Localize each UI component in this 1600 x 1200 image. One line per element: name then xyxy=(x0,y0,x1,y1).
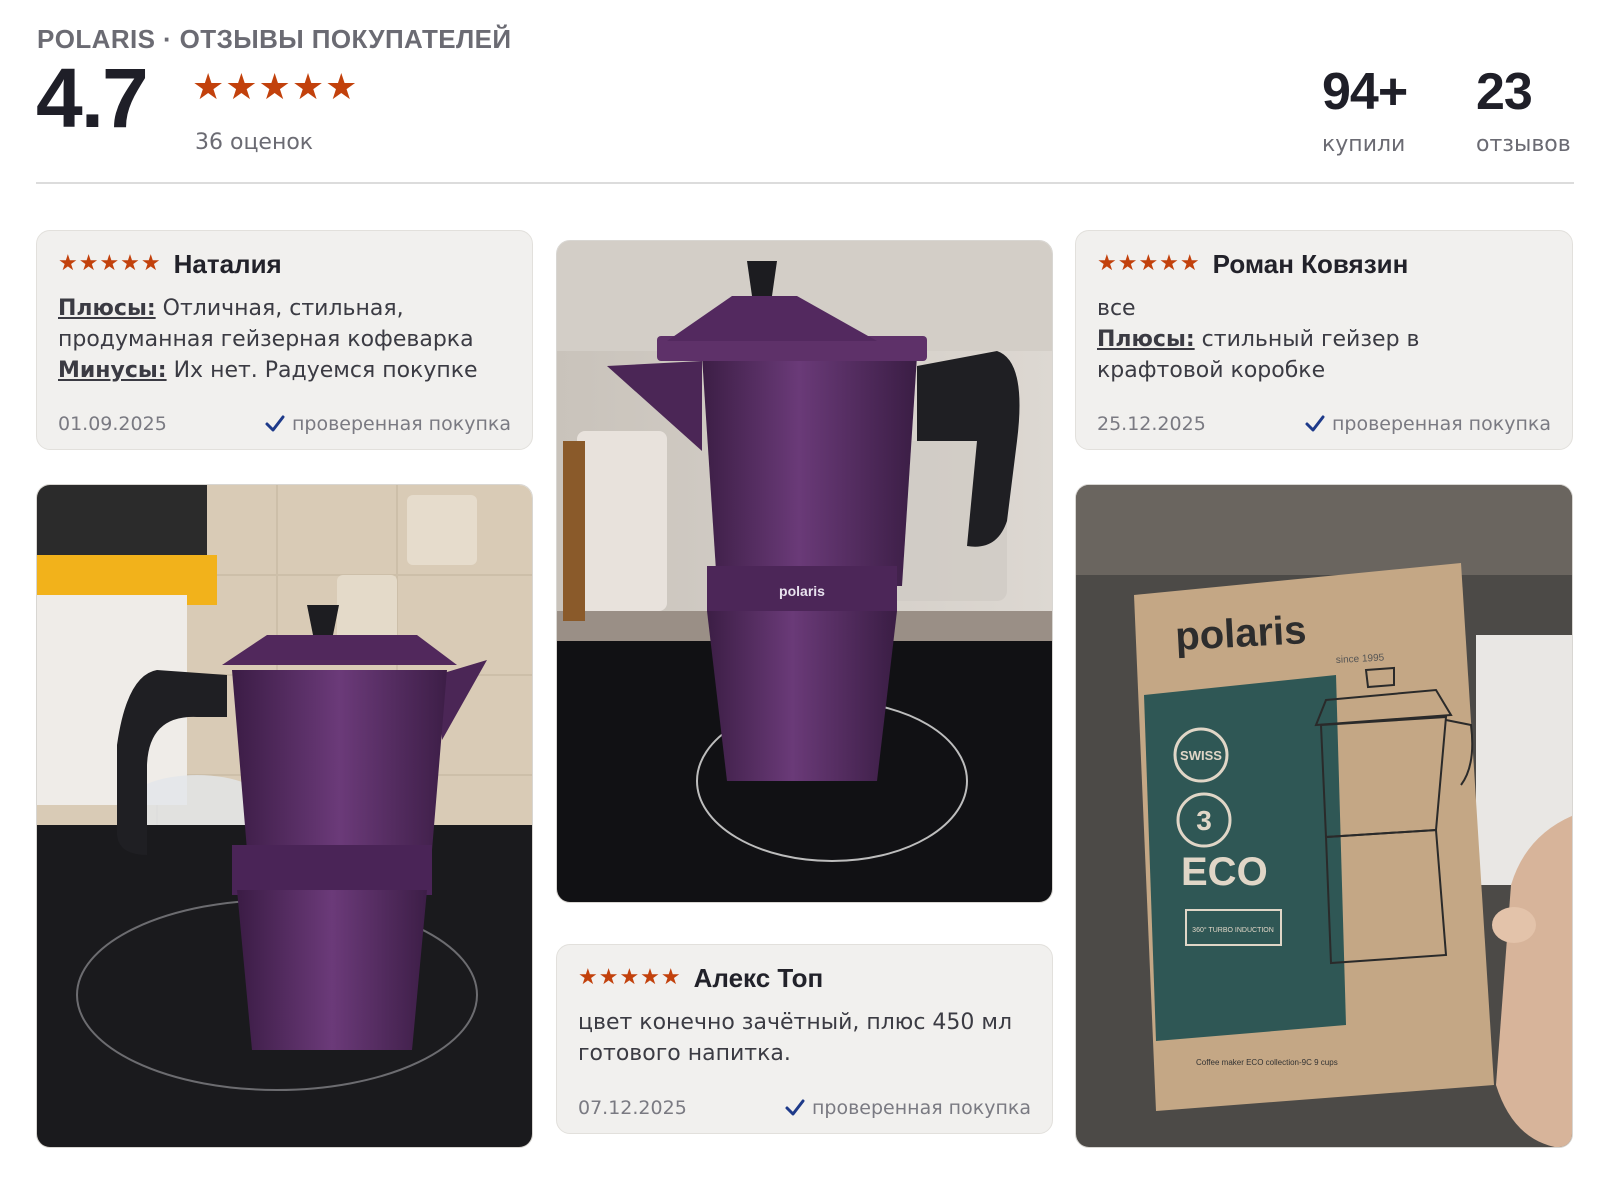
review-author: Роман Ковязин xyxy=(1212,248,1409,279)
average-rating: 4.7 xyxy=(36,51,149,145)
review-card[interactable]: ★★★★★ Роман Ковязин все Плюсы: стильный … xyxy=(1075,230,1573,450)
verified-label: проверенная покупка xyxy=(1331,413,1551,435)
review-photo-kettle-kitchen[interactable] xyxy=(36,484,533,1148)
bought-label: купили xyxy=(1322,132,1406,157)
review-stars: ★★★★★ xyxy=(1097,251,1201,276)
ratings-count[interactable]: 36 оценок xyxy=(195,130,313,155)
reviews-stat[interactable]: 23 отзывов xyxy=(1476,66,1571,157)
verified-badge: проверенная покупка xyxy=(784,1097,1031,1119)
review-date: 01.09.2025 xyxy=(58,413,167,435)
kettle-hob-image: polaris xyxy=(557,241,1052,902)
review-date: 25.12.2025 xyxy=(1097,413,1206,435)
review-date: 07.12.2025 xyxy=(578,1097,687,1119)
review-card[interactable]: ★★★★★ Алекс Топ цвет конечно зачётный, п… xyxy=(556,944,1053,1134)
reviews-label: отзывов xyxy=(1476,132,1571,157)
verified-label: проверенная покупка xyxy=(811,1097,1031,1119)
pros-label: Плюсы: xyxy=(1097,327,1195,352)
kettle-brand-text: polaris xyxy=(779,583,825,599)
review-stars: ★★★★★ xyxy=(578,965,682,990)
reviews-value: 23 xyxy=(1476,63,1533,121)
bought-stat: 94+ купили xyxy=(1322,63,1408,157)
cons-label: Минусы: xyxy=(58,358,167,383)
verified-badge: проверенная покупка xyxy=(264,413,511,435)
review-author: Алекс Топ xyxy=(693,962,824,993)
comment-text: цвет конечно зачётный, плюс 450 мл готов… xyxy=(578,1010,1013,1066)
check-icon xyxy=(1305,415,1325,432)
review-photo-kettle-hob[interactable]: polaris xyxy=(556,240,1053,903)
box-swiss-text: SWISS xyxy=(1180,748,1222,763)
review-author: Наталия xyxy=(173,248,282,279)
check-icon xyxy=(785,1099,805,1116)
verified-badge: проверенная покупка xyxy=(1304,413,1551,435)
box-model-text: Coffee maker ECO collection-9C 9 cups xyxy=(1196,1058,1338,1067)
box-brand-text: polaris xyxy=(1174,608,1307,659)
kettle-kitchen-image xyxy=(37,485,532,1147)
box-eco-text: ECO xyxy=(1181,850,1268,894)
bought-value: 94+ xyxy=(1322,63,1408,121)
verified-label: проверенная покупка xyxy=(291,413,511,435)
comment-text: все xyxy=(1097,296,1136,321)
pros-label: Плюсы: xyxy=(58,296,156,321)
cons-text: Их нет. Радуемся покупке xyxy=(173,358,478,383)
review-photo-box[interactable]: polaris since 1995 SWISS 3 ECO 360° TURB… xyxy=(1075,484,1573,1148)
header-divider xyxy=(36,182,1574,184)
review-stars: ★★★★★ xyxy=(58,251,162,276)
box-warranty-text: 3 xyxy=(1196,805,1212,836)
box-turbo-text: 360° TURBO INDUCTION xyxy=(1192,926,1274,934)
review-card[interactable]: ★★★★★ Наталия Плюсы: Отличная, стильная,… xyxy=(36,230,533,450)
rating-stars: ★★★★★ xyxy=(192,67,359,108)
product-box-image: polaris since 1995 SWISS 3 ECO 360° TURB… xyxy=(1076,485,1572,1147)
check-icon xyxy=(265,415,285,432)
